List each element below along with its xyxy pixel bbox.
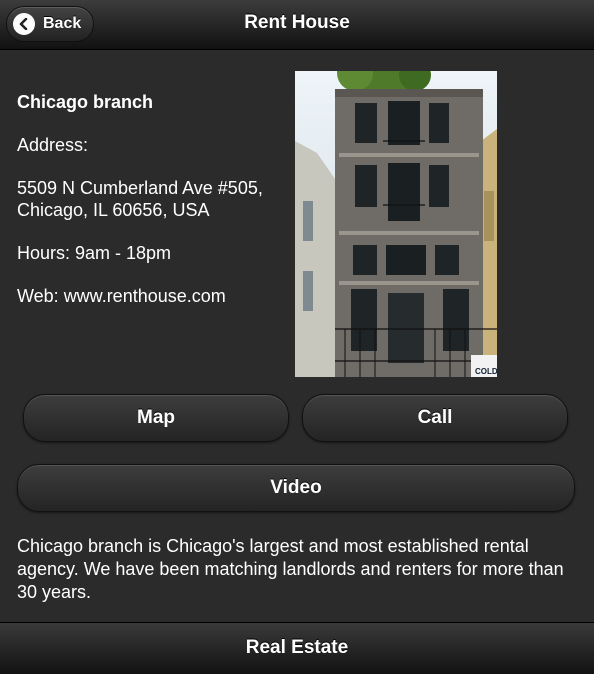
- address-label: Address:: [17, 135, 89, 155]
- address-line-1: 5509 N Cumberland Ave #505,: [17, 178, 263, 198]
- call-button-label: Call: [417, 407, 453, 428]
- house-photo: COLD: [295, 71, 497, 377]
- page-title: Rent House: [244, 12, 350, 33]
- web-text: Web: www.renthouse.com: [17, 286, 226, 306]
- main-content: Chicago branch Address: 5509 N Cumberlan…: [0, 51, 594, 622]
- footer-bar: Real Estate: [0, 622, 594, 674]
- photo-sign-text: COLD: [475, 367, 497, 376]
- address-line-2: Chicago, IL 60656, USA: [17, 200, 210, 220]
- hours-text: Hours: 9am - 18pm: [17, 243, 172, 263]
- branch-name: Chicago branch: [17, 92, 154, 112]
- call-button[interactable]: Call: [302, 394, 568, 442]
- footer-title: Real Estate: [245, 637, 349, 658]
- branch-info: Chicago branch Address: 5509 N Cumberlan…: [17, 91, 297, 328]
- branch-description: Chicago branch is Chicago's largest and …: [17, 536, 564, 602]
- video-button[interactable]: Video: [17, 464, 575, 512]
- address-text: 5509 N Cumberland Ave #505, Chicago, IL …: [17, 177, 297, 221]
- header-bar: Back Rent House: [0, 0, 594, 50]
- map-button[interactable]: Map: [23, 394, 289, 442]
- video-button-label: Video: [270, 477, 322, 498]
- map-button-label: Map: [137, 407, 175, 428]
